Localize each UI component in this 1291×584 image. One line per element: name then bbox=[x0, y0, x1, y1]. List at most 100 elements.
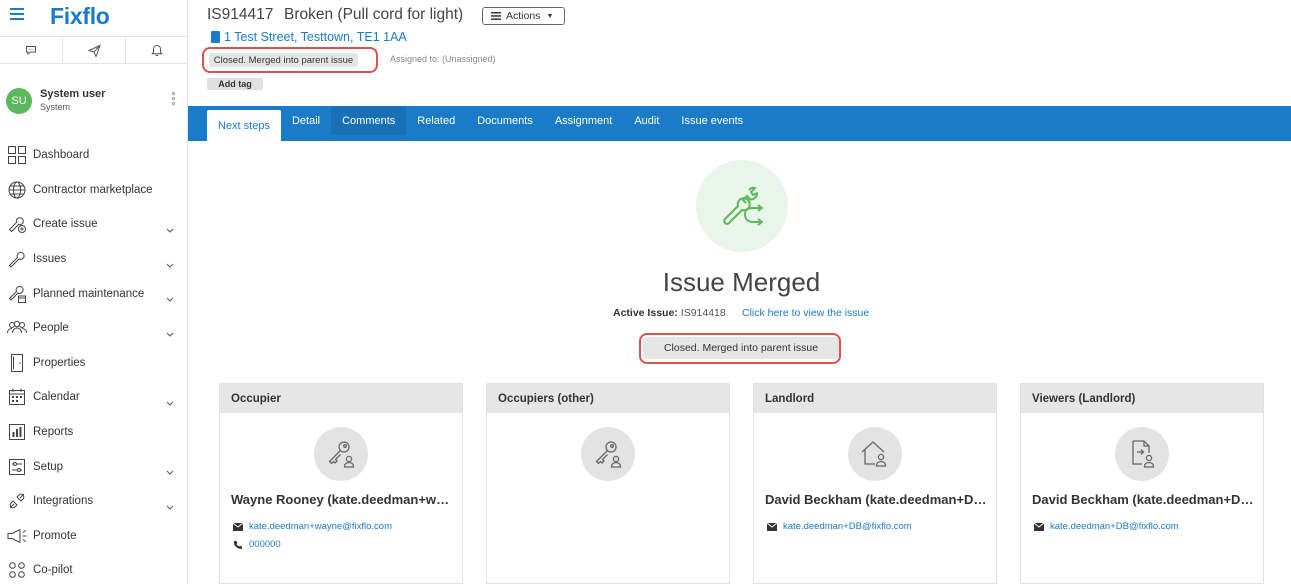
contact-email[interactable]: kate.deedman+wayne@fixflo.com bbox=[233, 521, 392, 532]
sidebar-item-planned-maintenance[interactable]: Planned maintenance bbox=[0, 276, 188, 311]
tab-comments[interactable]: Comments bbox=[331, 106, 407, 135]
contact-name: David Beckham (kate.deedman+DB@fixflo.co… bbox=[1032, 492, 1256, 507]
tab-documents[interactable]: Documents bbox=[466, 106, 544, 135]
contact-cards: Occupier Wayne Rooney (kate.deedman+wayn… bbox=[219, 383, 1265, 584]
chevron-down-icon[interactable] bbox=[166, 393, 174, 411]
tab-assignment[interactable]: Assignment bbox=[544, 106, 623, 135]
view-issue-link[interactable]: Click here to view the issue bbox=[742, 307, 869, 319]
contact-email[interactable]: kate.deedman+DB@fixflo.com bbox=[1034, 521, 1179, 532]
merge-icon bbox=[696, 160, 788, 252]
sidebar-item-reports[interactable]: Reports bbox=[0, 415, 188, 450]
merged-heading: Issue Merged bbox=[662, 267, 821, 297]
copilot-icon bbox=[6, 559, 28, 581]
issue-header: IS914417 Broken (Pull cord for light) Ac… bbox=[188, 0, 1291, 106]
sidebar-item-promote[interactable]: Promote bbox=[0, 519, 188, 554]
avatar: SU bbox=[6, 88, 32, 114]
chevron-down-icon[interactable] bbox=[166, 220, 174, 238]
document-person-icon bbox=[1115, 427, 1169, 481]
sidebar-item-label: Planned maintenance bbox=[33, 287, 145, 300]
chevron-down-icon[interactable] bbox=[166, 289, 174, 307]
user-profile[interactable]: SU System user System bbox=[0, 78, 188, 122]
envelope-icon bbox=[767, 522, 777, 531]
door-icon bbox=[6, 352, 28, 374]
sidebar-item-label: Dashboard bbox=[33, 149, 90, 162]
tab-related[interactable]: Related bbox=[406, 106, 466, 135]
actions-label: Actions bbox=[506, 10, 541, 22]
integrations-icon bbox=[6, 490, 28, 512]
sidebar-item-label: Properties bbox=[33, 356, 86, 369]
card-title: Occupiers (other) bbox=[487, 384, 729, 413]
tab-issue-events[interactable]: Issue events bbox=[670, 106, 754, 135]
sidebar-item-issues[interactable]: Issues bbox=[0, 242, 188, 277]
envelope-icon bbox=[233, 522, 243, 531]
dashboard-icon bbox=[6, 144, 28, 166]
sidebar-item-dashboard[interactable]: Dashboard bbox=[0, 138, 188, 173]
megaphone-icon bbox=[6, 525, 28, 547]
sidebar-item-label: Create issue bbox=[33, 218, 98, 231]
card-title: Landlord bbox=[754, 384, 996, 413]
sidebar-item-label: Calendar bbox=[33, 391, 80, 404]
user-more-icon[interactable] bbox=[172, 92, 176, 107]
send-icon[interactable] bbox=[63, 37, 126, 63]
active-issue-value: IS914418 bbox=[680, 307, 726, 319]
app: Fixflo SU System user System Dashboard C… bbox=[0, 0, 1291, 584]
brand-bar: Fixflo bbox=[0, 0, 188, 34]
card-occupiers-other: Occupiers (other) bbox=[486, 383, 730, 584]
sidebar-item-label: Co-pilot bbox=[33, 564, 73, 577]
wrench-calendar-icon bbox=[6, 283, 28, 305]
sidebar-item-calendar[interactable]: Calendar bbox=[0, 380, 188, 415]
hamburger-menu-icon[interactable] bbox=[10, 8, 24, 22]
people-icon bbox=[6, 317, 28, 339]
card-viewers-landlord: Viewers (Landlord) David Beckham (kate.d… bbox=[1020, 383, 1264, 584]
contact-name: Wayne Rooney (kate.deedman+wayne@fixflo.… bbox=[231, 492, 455, 507]
contact-email[interactable]: kate.deedman+DB@fixflo.com bbox=[767, 521, 912, 532]
merged-status-highlight bbox=[639, 333, 841, 364]
chevron-down-icon[interactable] bbox=[166, 324, 174, 342]
chevron-down-icon[interactable] bbox=[166, 497, 174, 515]
reports-icon bbox=[6, 421, 28, 443]
active-issue: Active Issue: IS914418 bbox=[613, 307, 726, 319]
add-tag-button[interactable]: Add tag bbox=[207, 78, 263, 90]
active-issue-label: Active Issue: bbox=[613, 307, 678, 319]
tab-next-steps[interactable]: Next steps bbox=[207, 110, 281, 141]
wrench-plus-icon bbox=[6, 213, 28, 235]
building-icon bbox=[211, 31, 220, 43]
sidebar-item-contractor-marketplace[interactable]: Contractor marketplace bbox=[0, 173, 188, 208]
contact-name: David Beckham (kate.deedman+DB@fixflo.co… bbox=[765, 492, 989, 507]
key-person-icon bbox=[314, 427, 368, 481]
sidebar-item-label: Setup bbox=[33, 460, 64, 473]
quick-icon-bar bbox=[0, 36, 188, 64]
card-title: Occupier bbox=[220, 384, 462, 413]
sidebar-item-properties[interactable]: Properties bbox=[0, 346, 188, 381]
chat-icon[interactable] bbox=[0, 37, 63, 63]
logo[interactable]: Fixflo bbox=[50, 3, 110, 30]
card-occupier: Occupier Wayne Rooney (kate.deedman+wayn… bbox=[219, 383, 463, 584]
card-title: Viewers (Landlord) bbox=[1021, 384, 1263, 413]
user-name: System user bbox=[40, 88, 106, 100]
sidebar-item-integrations[interactable]: Integrations bbox=[0, 484, 188, 519]
list-icon bbox=[491, 12, 501, 20]
property-address-link[interactable]: 1 Test Street, Testtown, TE1 1AA bbox=[224, 30, 407, 44]
sidebar-item-co-pilot[interactable]: Co-pilot bbox=[0, 553, 188, 584]
issue-tabs: Next steps Detail Comments Related Docum… bbox=[188, 106, 1291, 141]
sidebar-item-people[interactable]: People bbox=[0, 311, 188, 346]
tab-audit[interactable]: Audit bbox=[623, 106, 670, 135]
assigned-to: Assigned to: (Unassigned) bbox=[390, 54, 496, 64]
sidebar-item-create-issue[interactable]: Create issue bbox=[0, 207, 188, 242]
card-landlord: Landlord David Beckham (kate.deedman+DB@… bbox=[753, 383, 997, 584]
issue-id: IS914417 bbox=[207, 6, 274, 23]
sidebar-item-setup[interactable]: Setup bbox=[0, 449, 188, 484]
status-highlight bbox=[202, 47, 378, 73]
key-person-icon bbox=[581, 427, 635, 481]
user-role: System bbox=[40, 102, 71, 112]
phone-icon bbox=[233, 540, 243, 549]
sidebar-nav: Dashboard Contractor marketplace Create … bbox=[0, 138, 188, 584]
chevron-down-icon[interactable] bbox=[166, 255, 174, 273]
sidebar-item-label: People bbox=[33, 322, 69, 335]
chevron-down-icon[interactable] bbox=[166, 462, 174, 480]
bell-icon[interactable] bbox=[126, 37, 188, 63]
actions-button[interactable]: Actions ▼ bbox=[482, 7, 565, 25]
wrench-icon bbox=[6, 248, 28, 270]
tab-detail[interactable]: Detail bbox=[281, 106, 331, 135]
contact-phone[interactable]: 000000 bbox=[233, 539, 281, 550]
